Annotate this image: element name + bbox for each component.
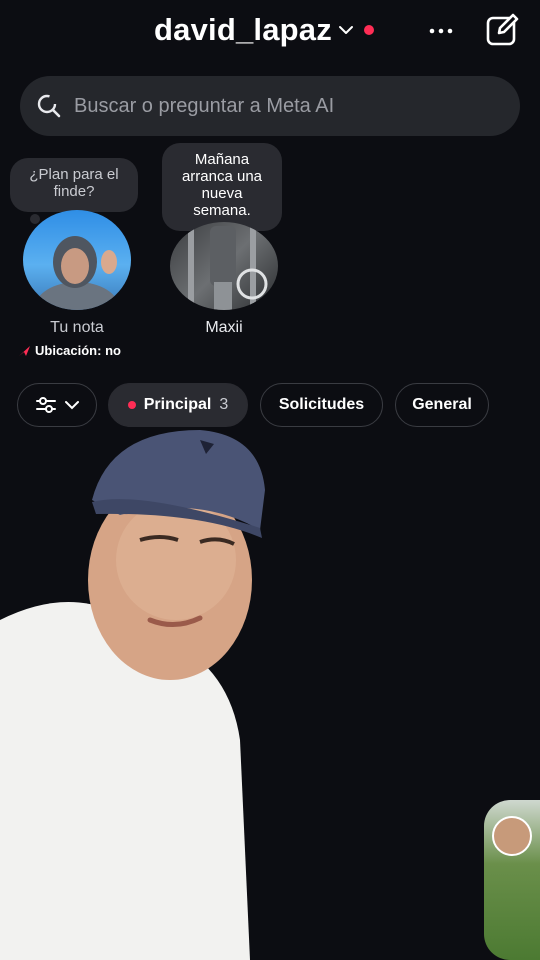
note-bubble-own[interactable]: ¿Plan para el finde? [10, 158, 138, 212]
header: david_lapaz [0, 8, 540, 52]
meta-ai-search-icon [37, 94, 61, 118]
location-off-icon [19, 345, 30, 356]
username: david_lapaz [154, 12, 332, 47]
avatar-maxii-photo [188, 222, 268, 310]
compose-icon[interactable] [484, 12, 520, 48]
avatar-own[interactable] [23, 210, 131, 310]
unread-dot [363, 25, 374, 35]
avatar-own-photo [35, 236, 119, 310]
tab-general[interactable]: General [395, 383, 489, 427]
pip-avatar [492, 816, 532, 856]
note-label-maxii: Maxii [205, 319, 243, 336]
note-bubble-tail [30, 214, 40, 224]
note-bubble-maxii[interactable]: Mañana arranca una nueva semana. [162, 143, 282, 231]
chevron-down-icon [338, 26, 353, 34]
more-button[interactable] [426, 16, 456, 46]
video-overlay-person [0, 430, 265, 960]
location-status: Ubicación: no [18, 343, 121, 358]
picture-in-picture-video[interactable] [484, 800, 540, 960]
chevron-down-icon [65, 401, 79, 410]
note-label-own: Tu nota [50, 319, 104, 336]
avatar-maxii[interactable] [170, 222, 278, 310]
principal-unread-dot [127, 401, 136, 409]
search-input[interactable] [72, 93, 492, 119]
search-bar[interactable] [20, 76, 520, 136]
more-icon [429, 28, 453, 34]
location-text: Ubicación: no [35, 343, 121, 358]
inbox-screen: david_lapaz ¿Plan para el finde? [0, 0, 540, 960]
account-switcher[interactable]: david_lapaz [154, 12, 374, 48]
